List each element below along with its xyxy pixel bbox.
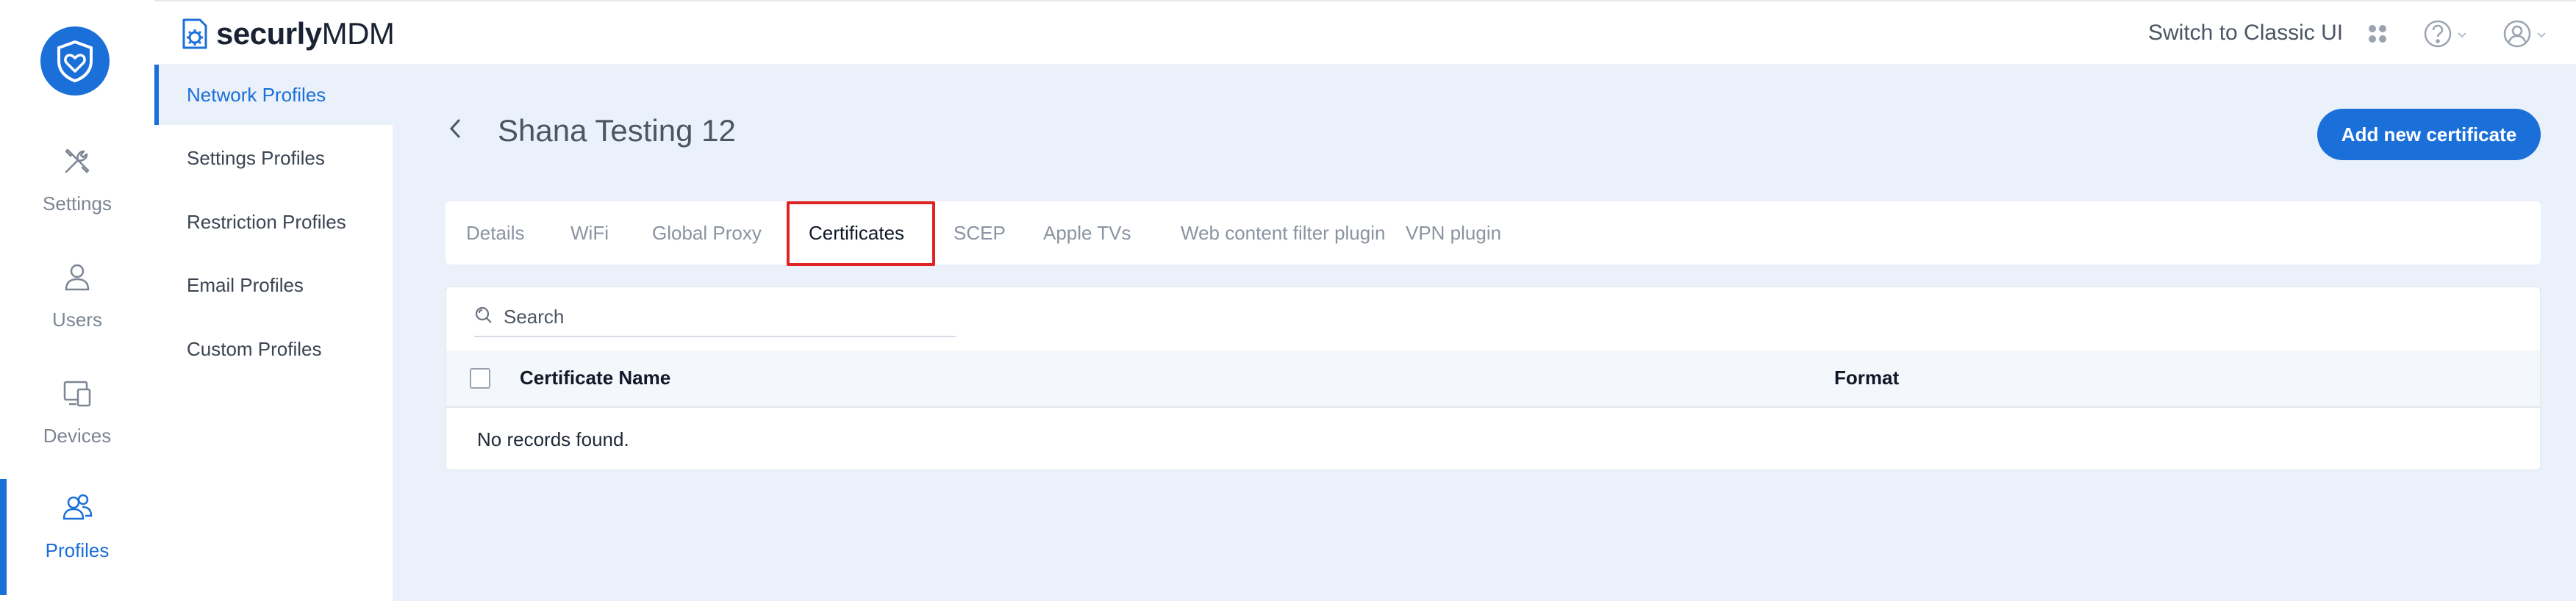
tab-global-proxy[interactable]: Global Proxy (652, 201, 762, 264)
tab-apple-tvs[interactable]: Apple TVs (1043, 201, 1131, 264)
rail-item-settings[interactable]: Settings (0, 132, 154, 242)
help-icon (2423, 19, 2452, 52)
rail-item-users[interactable]: Users (0, 248, 154, 359)
table-header: Certificate Name Format (446, 350, 2540, 408)
back-arrow-icon[interactable] (444, 118, 466, 140)
column-header-format[interactable]: Format (1834, 367, 1899, 389)
search-input[interactable]: Search (504, 306, 564, 328)
search-field[interactable]: Search (474, 298, 956, 337)
subnav-item-custom-profiles[interactable]: Custom Profiles (154, 319, 393, 379)
empty-state-message: No records found. (477, 428, 629, 450)
chevron-down-icon (2457, 29, 2467, 43)
account-icon (2502, 19, 2532, 52)
devices-icon (59, 375, 96, 411)
brand[interactable]: securlyMDM (179, 16, 395, 51)
tab-web-content-filter-plugin[interactable]: Web content filter plugin (1181, 201, 1385, 264)
profiles-icon (59, 489, 96, 526)
subnav-item-settings-profiles[interactable]: Settings Profiles (154, 128, 393, 188)
add-new-certificate-button[interactable]: Add new certificate (2317, 109, 2541, 160)
chevron-down-icon (2536, 29, 2547, 43)
certificates-panel: Search Certificate Name Format No record… (446, 287, 2541, 470)
wrench-screwdriver-icon (59, 143, 96, 179)
subnav-item-network-profiles[interactable]: Network Profiles (154, 65, 393, 125)
select-all-checkbox[interactable] (470, 368, 490, 389)
rail-item-devices[interactable]: Devices (0, 364, 154, 475)
search-icon (474, 306, 493, 328)
tab-details[interactable]: Details (466, 201, 524, 264)
tab-wifi[interactable]: WiFi (570, 201, 609, 264)
column-header-certificate-name[interactable]: Certificate Name (520, 367, 670, 389)
tab-scep[interactable]: SCEP (954, 201, 1006, 264)
top-bar: securlyMDM Switch to Classic UI (154, 0, 2576, 65)
help-menu[interactable] (2423, 19, 2467, 52)
user-icon (59, 259, 96, 295)
subnav-item-email-profiles[interactable]: Email Profiles (154, 255, 393, 315)
account-menu[interactable] (2502, 19, 2547, 52)
brand-name: securlyMDM (216, 16, 395, 51)
rail-label-settings: Settings (43, 192, 112, 215)
tab-vpn-plugin[interactable]: VPN plugin (1406, 201, 1501, 264)
shield-logo-icon[interactable] (40, 26, 110, 96)
apps-grid-icon[interactable] (2367, 24, 2388, 44)
left-rail: Settings Users Devices Profiles (0, 0, 154, 601)
rail-label-devices: Devices (43, 425, 112, 447)
securly-mdm-logo-icon (182, 18, 207, 49)
profiles-subnav: Network Profiles Settings Profiles Restr… (154, 65, 393, 601)
rail-label-profiles: Profiles (45, 539, 110, 561)
subnav-item-restriction-profiles[interactable]: Restriction Profiles (154, 192, 393, 252)
page-title: Shana Testing 12 (498, 113, 736, 148)
rail-item-profiles[interactable]: Profiles (0, 479, 154, 595)
profile-tabs: Details WiFi Global Proxy Certificates S… (446, 201, 2541, 266)
main-content: Shana Testing 12 Add new certificate Det… (393, 65, 2576, 601)
rail-label-users: Users (52, 309, 102, 331)
switch-classic-ui-link[interactable]: Switch to Classic UI (2148, 21, 2343, 46)
active-tab-highlight (787, 201, 935, 266)
